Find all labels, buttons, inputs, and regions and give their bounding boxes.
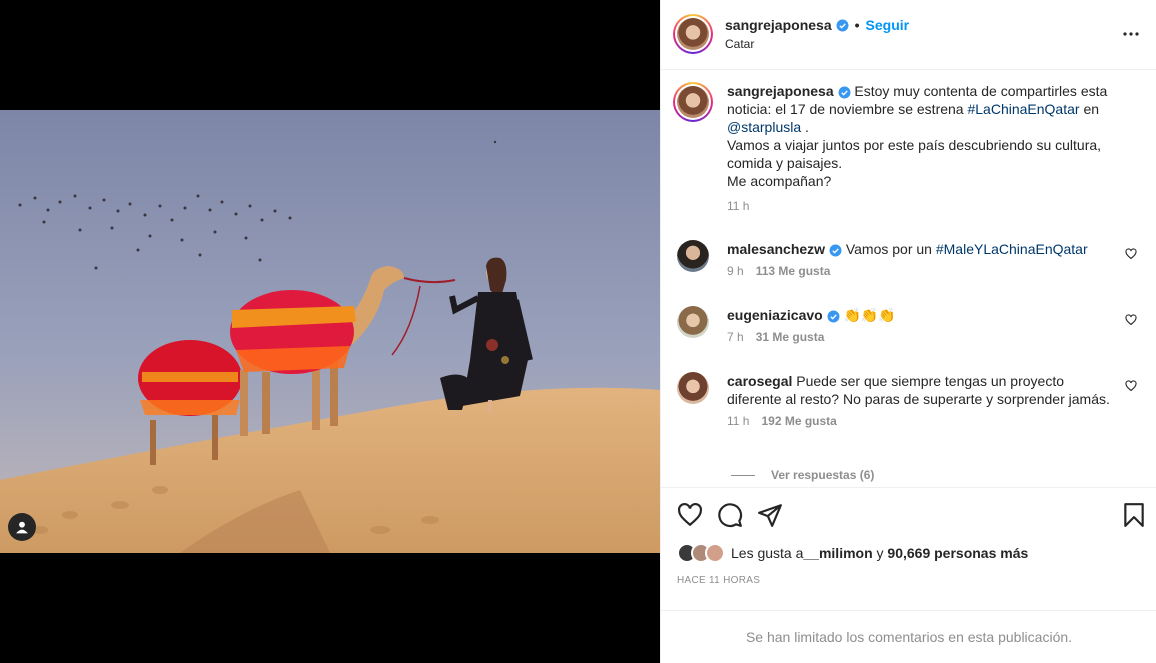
heart-icon[interactable] xyxy=(1125,380,1137,392)
caption-text-3: . xyxy=(801,119,809,135)
more-options-icon[interactable] xyxy=(1119,22,1143,46)
comment-time[interactable]: 11 h xyxy=(727,414,749,428)
caption-username[interactable]: sangrejaponesa xyxy=(727,83,834,99)
comments-limited-notice: Se han limitado los comentarios en esta … xyxy=(661,610,1156,663)
author-username[interactable]: sangrejaponesa xyxy=(725,17,832,33)
verified-badge-icon xyxy=(838,86,850,99)
comment-username[interactable]: malesanchezw xyxy=(727,241,825,257)
verified-badge-icon xyxy=(829,244,842,257)
heart-icon[interactable] xyxy=(677,502,703,528)
replies-divider xyxy=(731,474,755,476)
follow-button[interactable]: Seguir xyxy=(866,17,910,33)
caption-time[interactable]: 11 h xyxy=(727,199,749,213)
author-avatar[interactable] xyxy=(673,14,713,54)
liker-username[interactable]: __milimon xyxy=(803,545,872,561)
post-location[interactable]: Catar xyxy=(725,37,754,51)
action-bar xyxy=(661,500,1156,532)
comment-item: malesanchezw Vamos por un #MaleYLaChinaE… xyxy=(677,240,1141,278)
post-header: sangrejaponesa • Seguir Catar xyxy=(661,0,1156,70)
comment-text: Vamos por un xyxy=(845,241,936,257)
share-icon[interactable] xyxy=(757,502,783,528)
comment-avatar[interactable] xyxy=(677,372,709,404)
comment-avatar[interactable] xyxy=(677,306,709,338)
likes-others[interactable]: 90,669 personas más xyxy=(887,545,1028,561)
post-media xyxy=(0,0,660,663)
caption-line-3: Me acompañan? xyxy=(727,173,832,189)
view-replies-label: Ver respuestas (6) xyxy=(771,468,875,482)
comment-icon[interactable] xyxy=(717,502,743,528)
comment-likes[interactable]: 113 Me gusta xyxy=(756,264,831,278)
likes-summary: Les gusta a __milimon y 90,669 personas … xyxy=(677,543,1028,563)
caption-avatar[interactable] xyxy=(673,82,713,122)
post-timestamp[interactable]: HACE 11 HORAS xyxy=(677,575,760,586)
caption-text-2: en xyxy=(1079,101,1100,117)
comment-time[interactable]: 9 h xyxy=(727,264,744,278)
user-tag-icon[interactable] xyxy=(8,513,36,541)
comment-likes[interactable]: 31 Me gusta xyxy=(756,330,825,344)
liker-avatars[interactable] xyxy=(677,543,725,563)
comment-time[interactable]: 7 h xyxy=(727,330,744,344)
comment-item: eugeniazicavo 👏👏👏 7 h 31 Me gusta xyxy=(677,306,1141,344)
comment-text: 👏👏👏 xyxy=(843,307,896,323)
likes-mid: y xyxy=(872,545,888,561)
likes-prefix: Les gusta a xyxy=(731,545,804,561)
heart-icon[interactable] xyxy=(1125,248,1137,260)
comment-avatar[interactable] xyxy=(677,240,709,272)
instagram-post-view: sangrejaponesa • Seguir Catar sangrejapo… xyxy=(0,0,1156,663)
post-photo[interactable] xyxy=(0,110,660,553)
comment-likes[interactable]: 192 Me gusta xyxy=(761,414,836,428)
caption-hashtag[interactable]: #LaChinaEnQatar xyxy=(967,101,1079,117)
heart-icon[interactable] xyxy=(1125,314,1137,326)
comments-limited-text: Se han limitado los comentarios en esta … xyxy=(745,629,1073,645)
verified-badge-icon xyxy=(827,310,840,323)
bookmark-icon[interactable] xyxy=(1121,502,1147,528)
desert-camel-photo xyxy=(0,110,660,553)
separator-dot: • xyxy=(854,17,860,33)
comment-username[interactable]: eugeniazicavo xyxy=(727,307,823,323)
comment-hashtag[interactable]: #MaleYLaChinaEnQatar xyxy=(936,241,1088,257)
comment-item: carosegal Puede ser que siempre tengas u… xyxy=(677,372,1141,428)
caption-line-2: Vamos a viajar juntos por este país desc… xyxy=(727,137,1102,171)
view-replies-button[interactable]: Ver respuestas (6) xyxy=(731,468,874,482)
verified-badge-icon xyxy=(836,19,849,31)
comments-list[interactable]: sangrejaponesa Estoy muy contenta de com… xyxy=(661,70,1156,488)
comment-username[interactable]: carosegal xyxy=(727,373,792,389)
post-side-panel: sangrejaponesa • Seguir Catar sangrejapo… xyxy=(660,0,1156,663)
post-caption: sangrejaponesa Estoy muy contenta de com… xyxy=(673,82,1141,213)
caption-mention[interactable]: @starplusla xyxy=(727,119,801,135)
